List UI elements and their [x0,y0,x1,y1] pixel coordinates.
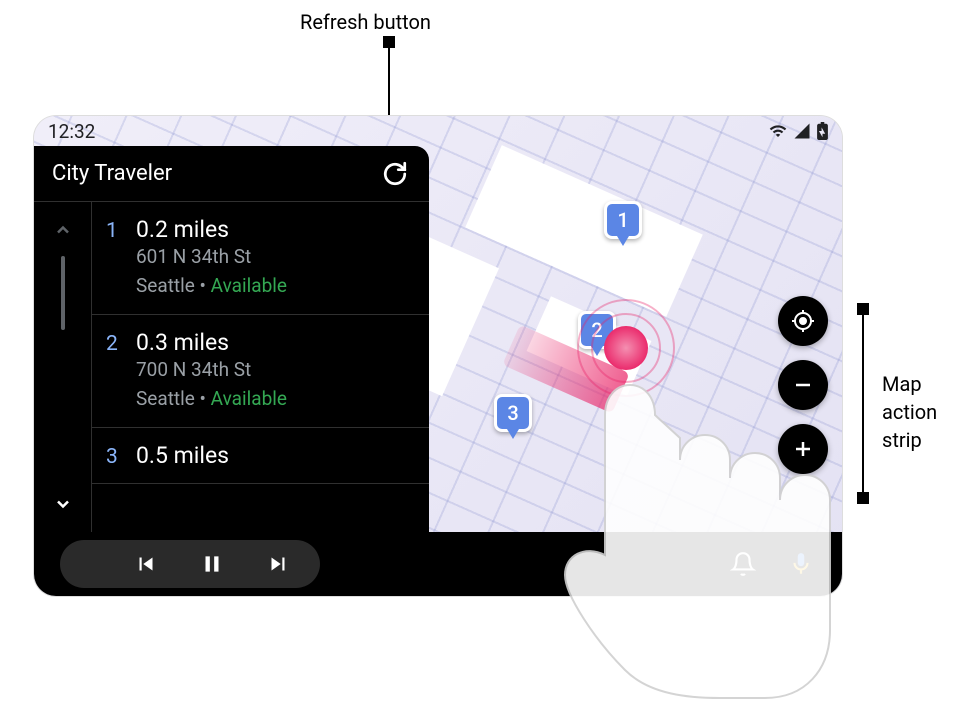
item-number: 2 [106,332,122,356]
item-city: Seattle [136,274,195,297]
list-item[interactable]: 2 0.3 miles 700 N 34th St Seattle • Avai… [92,315,429,428]
map-pin-3[interactable]: 3 [494,394,532,432]
scrollbar[interactable] [34,202,92,532]
mic-button[interactable] [778,541,824,587]
skip-previous-button[interactable] [116,540,176,588]
zoom-out-button[interactable] [778,360,828,410]
places-panel: City Traveler 1 0.2 miles [34,146,429,532]
scroll-up-icon[interactable] [53,214,73,246]
scrollbar-thumb[interactable] [61,256,65,330]
pause-button[interactable] [182,540,242,588]
annotation-refresh-label: Refresh button [300,10,431,34]
list-item[interactable]: 1 0.2 miles 601 N 34th St Seattle • Avai… [92,202,429,315]
device-frame: 12:32 1 2 3 City Traveler [34,116,842,596]
annotation-marker [857,492,869,504]
item-city: Seattle [136,387,195,410]
zoom-in-button[interactable] [778,424,828,474]
status-bar: 12:32 [34,116,842,146]
nav-bar [34,532,842,596]
refresh-button[interactable] [379,158,411,190]
map-action-strip [778,296,828,474]
battery-icon [817,122,828,140]
item-address: 700 N 34th St [136,356,415,385]
item-distance: 0.3 miles [136,329,229,356]
item-distance: 0.2 miles [136,216,229,243]
item-availability: Available [211,387,287,410]
annotation-line [862,309,864,498]
annotation-strip-label: Map action strip [882,370,937,454]
status-time: 12:32 [48,120,95,143]
panel-title: City Traveler [52,161,379,186]
locate-button[interactable] [778,296,828,346]
wifi-icon [769,122,787,140]
item-address: 601 N 34th St [136,243,415,272]
item-availability: Available [211,274,287,297]
item-distance: 0.5 miles [136,442,229,469]
map-pin-2[interactable]: 2 [578,311,616,349]
notifications-button[interactable] [720,541,766,587]
separator-dot: • [200,274,211,297]
separator-dot: • [200,387,211,410]
map-pin-1[interactable]: 1 [604,201,642,239]
scroll-down-icon[interactable] [53,488,73,520]
list-item[interactable]: 3 0.5 miles [92,428,429,484]
signal-icon [793,122,811,140]
places-list: 1 0.2 miles 601 N 34th St Seattle • Avai… [92,202,429,532]
panel-header: City Traveler [34,146,429,202]
item-number: 3 [106,445,122,469]
media-controls-pill [60,540,320,588]
skip-next-button[interactable] [248,540,308,588]
item-number: 1 [106,219,122,243]
